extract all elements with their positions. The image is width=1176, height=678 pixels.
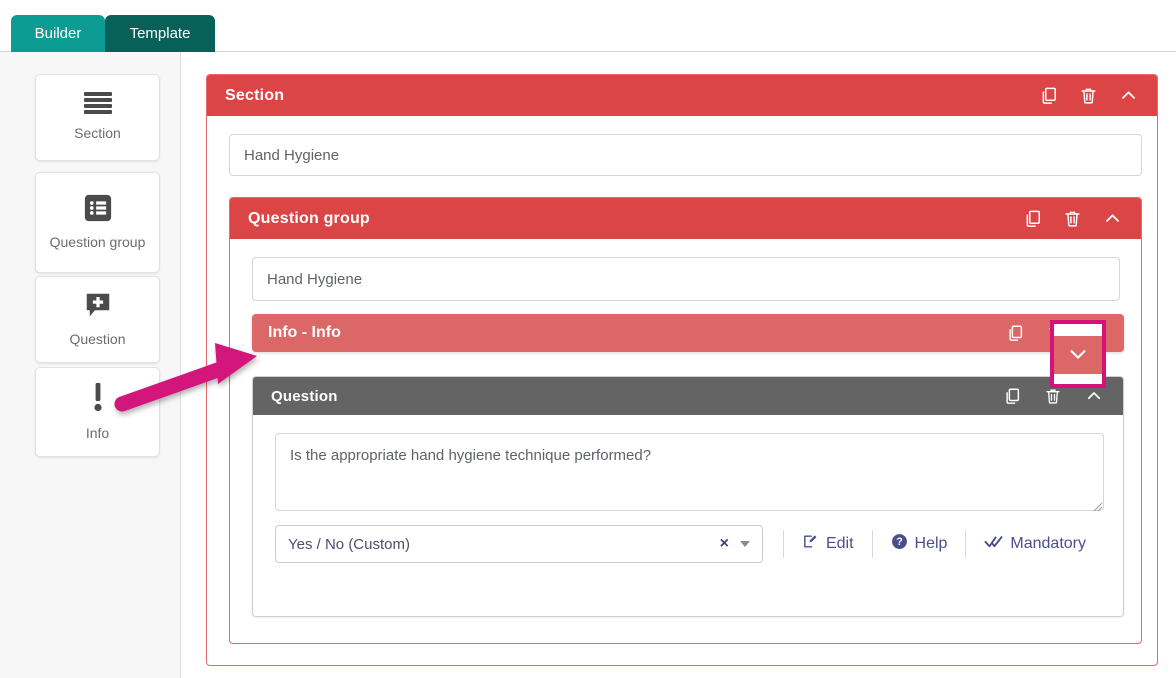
palette-item-section-label: Section [74,125,121,141]
question-answer-row: Yes / No (Custom) × Edit ? Help Mandator… [275,525,1104,563]
question-text-input[interactable]: Is the appropriate hand hygiene techniqu… [275,433,1104,511]
top-tabbar: Builder Template [0,0,1176,52]
question-header: Question [253,377,1123,415]
answer-type-chevron-down-icon[interactable] [739,541,750,547]
answer-type-selected-value: Yes / No (Custom) [288,535,410,553]
question-container: Question Is the appropriate hand hygiene… [252,376,1124,617]
palette-item-question-group[interactable]: Question group [35,172,160,273]
question-group-copy-icon[interactable] [1021,208,1043,230]
section-trash-icon[interactable] [1077,85,1099,107]
question-chevron-up-icon[interactable] [1083,385,1105,407]
chat-plus-icon [83,290,113,320]
mandatory-button-label: Mandatory [1010,535,1086,552]
builder-canvas: Section Hand Hygiene Question group Hand… [181,52,1176,678]
question-copy-icon[interactable] [1001,385,1023,407]
section-header: Section [207,75,1157,116]
edit-button-label: Edit [825,535,854,552]
question-group-container: Question group Hand Hygiene Info - Info … [229,197,1142,644]
form-builder-app: Builder Template Section Question group … [0,0,1176,678]
help-button[interactable]: ? Help [873,529,966,559]
question-group-header-title: Question group [248,209,370,227]
question-group-name-input[interactable]: Hand Hygiene [252,257,1120,301]
question-group-header: Question group [230,198,1141,239]
question-header-actions [1001,385,1105,407]
pencil-square-icon [802,533,819,555]
section-container: Section Hand Hygiene Question group Hand… [206,74,1158,666]
help-button-label: Help [914,535,948,552]
question-group-chevron-up-icon[interactable] [1101,208,1123,230]
info-item-actions [1004,322,1108,344]
question-group-trash-icon[interactable] [1061,208,1083,230]
palette-sidebar: Section Question group Question Info [0,52,181,678]
question-group-header-actions [1021,208,1123,230]
palette-item-question-group-label: Question group [49,234,146,250]
palette-item-info[interactable]: Info [35,367,160,457]
info-chevron-down-icon[interactable] [1086,322,1108,344]
edit-button[interactable]: Edit [784,529,872,559]
mandatory-button[interactable]: Mandatory [966,529,1104,559]
question-circle-icon: ? [891,533,908,555]
info-item-title: Info - Info [268,324,341,341]
section-header-title: Section [225,86,285,104]
question-trash-icon[interactable] [1042,385,1064,407]
palette-item-info-label: Info [85,424,110,441]
info-trash-icon[interactable] [1045,322,1067,344]
hamburger-icon [83,92,112,114]
palette-item-question-label: Question [69,331,126,347]
section-chevron-up-icon[interactable] [1117,85,1139,107]
tab-builder-label: Builder [34,25,82,42]
section-name-input[interactable]: Hand Hygiene [229,134,1142,176]
info-item-header[interactable]: Info - Info [252,314,1124,352]
palette-item-section[interactable]: Section [35,74,160,161]
list-box-icon [83,193,113,223]
section-copy-icon[interactable] [1037,85,1059,107]
palette-item-question[interactable]: Question [35,276,160,363]
info-copy-icon[interactable] [1004,322,1026,344]
section-header-actions [1037,85,1139,107]
question-header-title: Question [271,387,338,405]
tab-template[interactable]: Template [105,15,215,52]
double-check-icon [984,533,1003,555]
answer-type-select[interactable]: Yes / No (Custom) × [275,525,763,563]
answer-type-clear-icon[interactable]: × [713,535,736,553]
tab-builder[interactable]: Builder [11,15,105,52]
exclamation-icon [91,382,105,414]
tab-template-label: Template [129,25,191,42]
svg-text:?: ? [896,536,902,548]
